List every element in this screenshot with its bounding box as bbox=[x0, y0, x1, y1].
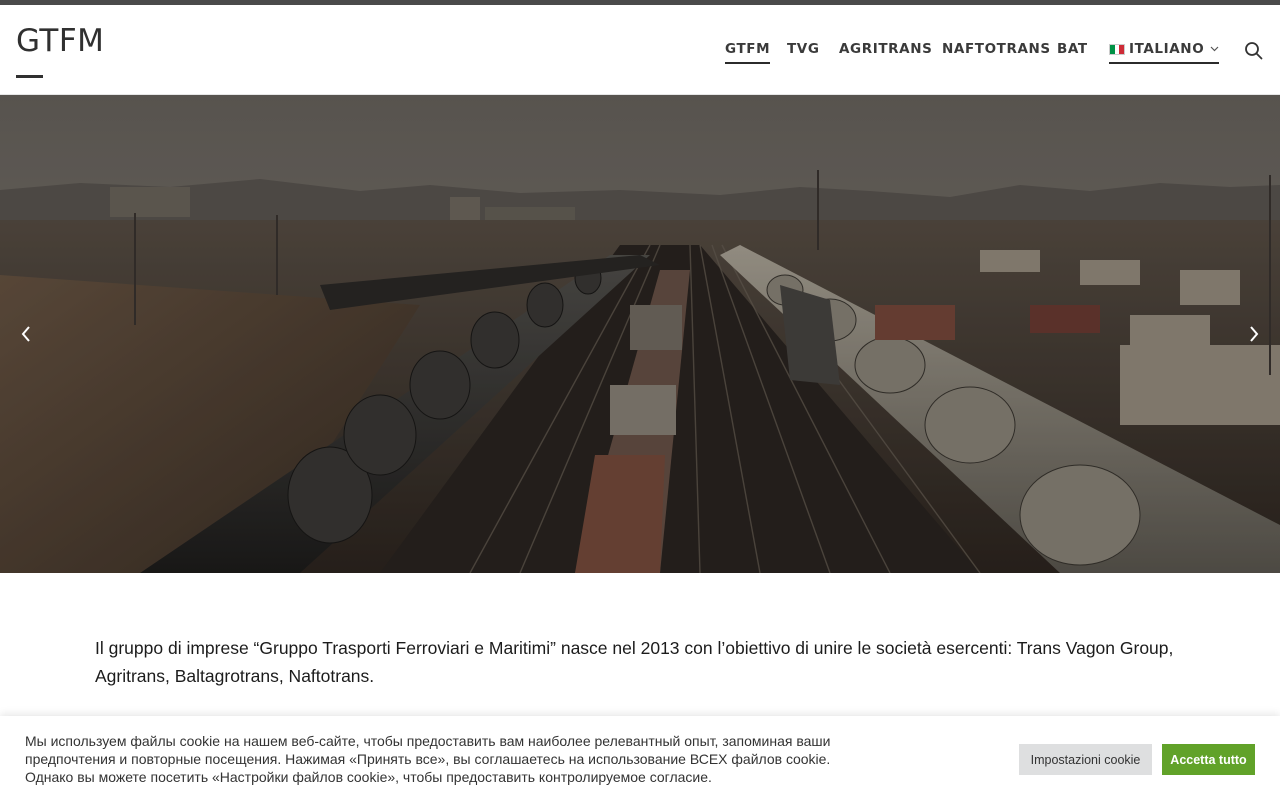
nav-item-agritrans[interactable]: AGRITRANS bbox=[839, 41, 932, 62]
nav-item-naftotrans[interactable]: NAFTOTRANS bbox=[942, 41, 1051, 62]
cookie-message: Мы используем файлы cookie на нашем веб-… bbox=[25, 732, 885, 786]
flag-italy-icon bbox=[1109, 43, 1125, 55]
search-icon[interactable] bbox=[1244, 41, 1266, 63]
site-header: GTFM GTFM TVG AGRITRANS NAFTOTRANS BAT I… bbox=[0, 5, 1280, 95]
intro-paragraph: Il gruppo di imprese “Gruppo Trasporti F… bbox=[95, 638, 1174, 686]
main-nav: GTFM TVG AGRITRANS NAFTOTRANS BAT ITALIA… bbox=[0, 41, 1280, 71]
hero-slider bbox=[0, 95, 1280, 573]
chevron-down-icon bbox=[1210, 44, 1219, 55]
slider-next-button[interactable] bbox=[1240, 320, 1268, 348]
cookie-message-line: Мы используем файлы cookie на нашем веб-… bbox=[25, 733, 831, 749]
nav-language-selector[interactable]: ITALIANO bbox=[1109, 41, 1220, 64]
cookie-settings-button[interactable]: Impostazioni cookie bbox=[1019, 744, 1152, 775]
language-label: ITALIANO bbox=[1129, 41, 1205, 57]
accept-all-button[interactable]: Accetta tutto bbox=[1162, 744, 1255, 775]
cookie-message-line: предпочтения и повторные посещения. Нажи… bbox=[25, 751, 831, 767]
cookie-message-line: Однако вы можете посетить «Настройки фай… bbox=[25, 769, 712, 785]
cookie-consent-bar: Мы используем файлы cookie на нашем веб-… bbox=[0, 716, 1280, 800]
logo-underline bbox=[16, 75, 43, 78]
hero-image bbox=[0, 95, 1280, 573]
nav-item-tvg[interactable]: TVG bbox=[787, 41, 820, 62]
chevron-right-icon bbox=[1250, 326, 1259, 342]
slider-prev-button[interactable] bbox=[12, 320, 40, 348]
nav-item-bat[interactable]: BAT bbox=[1057, 41, 1088, 62]
chevron-left-icon bbox=[21, 326, 30, 342]
nav-item-gtfm[interactable]: GTFM bbox=[725, 41, 771, 64]
